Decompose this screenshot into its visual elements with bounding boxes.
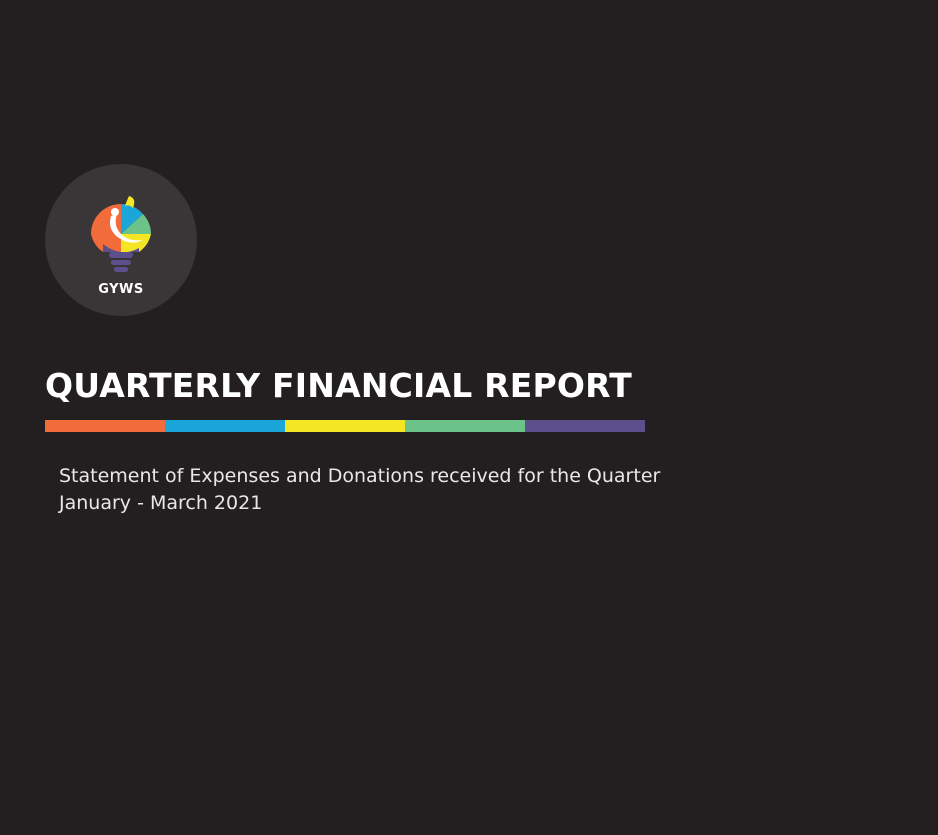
color-bar-segment (165, 420, 285, 432)
color-bar-segment (405, 420, 525, 432)
subtitle-line-period: January - March 2021 (59, 492, 263, 514)
page-title: QUARTERLY FINANCIAL REPORT (45, 366, 633, 405)
color-bar-segment (285, 420, 405, 432)
color-bar-segment (525, 420, 645, 432)
color-bar (45, 420, 645, 432)
logo-text: GYWS (98, 282, 144, 297)
subtitle-line-statement: Statement of Expenses and Donations rece… (59, 465, 661, 487)
color-bar-segment (45, 420, 165, 432)
report-cover: GYWS QUARTERLY FINANCIAL REPORT Statemen… (0, 0, 938, 835)
subtitle: Statement of Expenses and Donations rece… (59, 463, 660, 517)
gyws-logo: GYWS (45, 164, 197, 316)
